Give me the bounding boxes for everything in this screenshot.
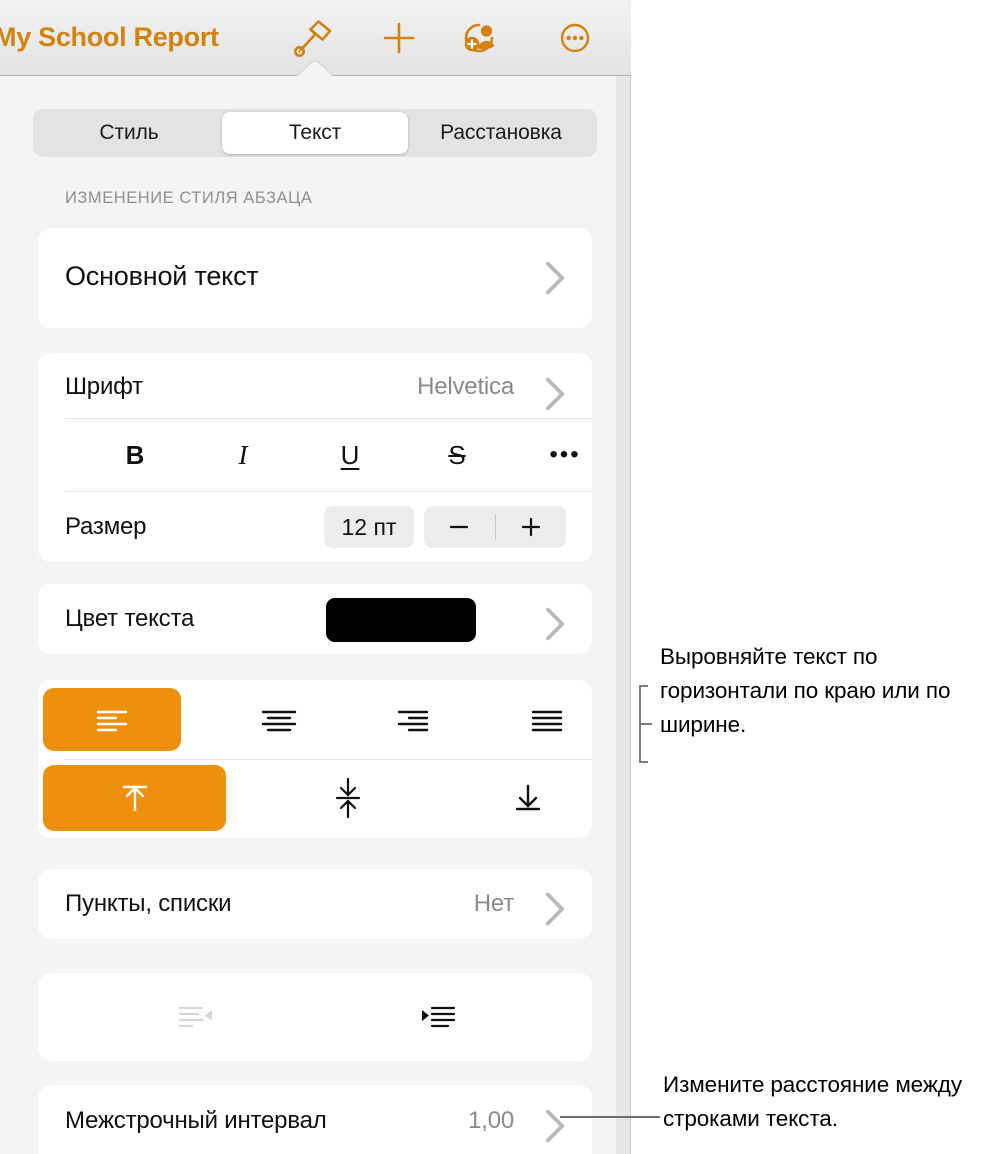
bullets-lists-row[interactable]: Пункты, списки Нет: [38, 869, 592, 939]
callout-leader-line-spacing: [560, 1116, 660, 1118]
align-left-icon: [96, 710, 128, 731]
font-label: Шрифт: [65, 373, 143, 400]
bullets-lists-value: Нет: [473, 890, 514, 917]
panel-scroll-edge[interactable]: [616, 76, 630, 1154]
tab-style[interactable]: Стиль: [36, 112, 222, 154]
decrease-indent-button[interactable]: [136, 984, 256, 1050]
chevron-right-icon: [545, 892, 565, 926]
app-root: My School Report Стиль Текст Расстановка…: [0, 0, 1008, 1154]
align-top-icon: [122, 785, 147, 812]
align-justify-button[interactable]: [478, 688, 616, 751]
format-tabs: Стиль Текст Расстановка: [33, 109, 597, 157]
document-title[interactable]: My School Report: [0, 22, 219, 53]
italic-button[interactable]: I: [206, 425, 280, 485]
chevron-right-icon: [545, 261, 565, 295]
text-format-popover: Стиль Текст Расстановка ИЗМЕНЕНИЕ СТИЛЯ …: [0, 76, 631, 1154]
callout-alignment: Выровняйте текст по горизонтали по краю …: [660, 644, 951, 737]
alignment-card: [38, 680, 592, 838]
align-right-button[interactable]: [344, 688, 482, 751]
strikethrough-button[interactable]: S: [420, 425, 494, 485]
callout-line-spacing: Измените расстояние между строками текст…: [663, 1072, 962, 1131]
callout-bracket-alignment: [639, 685, 652, 763]
bold-button[interactable]: B: [98, 425, 172, 485]
align-middle-button[interactable]: [278, 765, 418, 831]
divider: [65, 418, 592, 419]
section-title-paragraph-style: ИЗМЕНЕНИЕ СТИЛЯ АБЗАЦА: [65, 189, 313, 207]
font-size-stepper: [424, 506, 566, 548]
align-top-button[interactable]: [43, 765, 226, 831]
add-collaborator-icon[interactable]: [458, 14, 508, 62]
increase-indent-icon: [422, 1006, 456, 1028]
increase-indent-button[interactable]: [378, 984, 498, 1050]
plus-icon: [521, 517, 540, 537]
chevron-right-icon: [545, 377, 565, 411]
font-value: Helvetica: [417, 373, 514, 400]
text-color-card: Цвет текста: [38, 584, 592, 654]
paragraph-style-row[interactable]: Основной текст: [38, 228, 592, 328]
line-spacing-value: 1,00: [468, 1107, 514, 1134]
tab-arrange[interactable]: Расстановка: [408, 112, 594, 154]
line-spacing-card: Межстрочный интервал 1,00: [38, 1085, 592, 1154]
text-color-row[interactable]: Цвет текста: [38, 584, 592, 654]
align-bottom-button[interactable]: [458, 765, 598, 831]
bullets-lists-label: Пункты, списки: [65, 890, 232, 917]
bullets-lists-card: Пункты, списки Нет: [38, 869, 592, 939]
font-card: Шрифт Helvetica B I U S ••• Размер 12 пт: [38, 353, 592, 562]
align-bottom-icon: [515, 784, 541, 811]
line-spacing-row[interactable]: Межстрочный интервал 1,00: [38, 1085, 592, 1154]
more-options-icon[interactable]: [550, 14, 600, 62]
align-center-icon: [261, 710, 297, 731]
align-center-button[interactable]: [210, 688, 348, 751]
chevron-right-icon: [545, 1109, 565, 1143]
font-size-value[interactable]: 12 пт: [324, 506, 414, 548]
align-middle-icon: [335, 777, 361, 819]
minus-icon: [450, 525, 469, 529]
paragraph-style-label: Основной текст: [65, 261, 259, 291]
popover-pointer: [287, 58, 341, 78]
align-left-button[interactable]: [43, 688, 181, 751]
decrease-font-size-button[interactable]: [424, 506, 495, 548]
align-justify-icon: [531, 710, 563, 731]
text-color-swatch[interactable]: [326, 598, 476, 642]
increase-font-size-button[interactable]: [496, 506, 567, 548]
size-row: Размер 12 пт: [38, 491, 592, 562]
more-text-options-button[interactable]: •••: [528, 425, 602, 485]
font-row[interactable]: Шрифт Helvetica: [38, 353, 592, 418]
line-spacing-label: Межстрочный интервал: [65, 1107, 327, 1134]
format-brush-icon[interactable]: [288, 14, 338, 62]
decrease-indent-icon: [178, 1006, 212, 1028]
paragraph-style-card: Основной текст: [38, 228, 592, 328]
text-color-label: Цвет текста: [65, 605, 195, 632]
underline-button[interactable]: U: [313, 425, 387, 485]
font-style-buttons: B I U S •••: [38, 425, 592, 491]
insert-plus-icon[interactable]: [374, 14, 424, 62]
indent-card: [38, 973, 592, 1061]
size-label: Размер: [65, 513, 147, 540]
chevron-right-icon: [545, 607, 565, 641]
align-right-icon: [397, 710, 429, 731]
tab-text[interactable]: Текст: [222, 112, 408, 154]
divider: [65, 759, 592, 760]
